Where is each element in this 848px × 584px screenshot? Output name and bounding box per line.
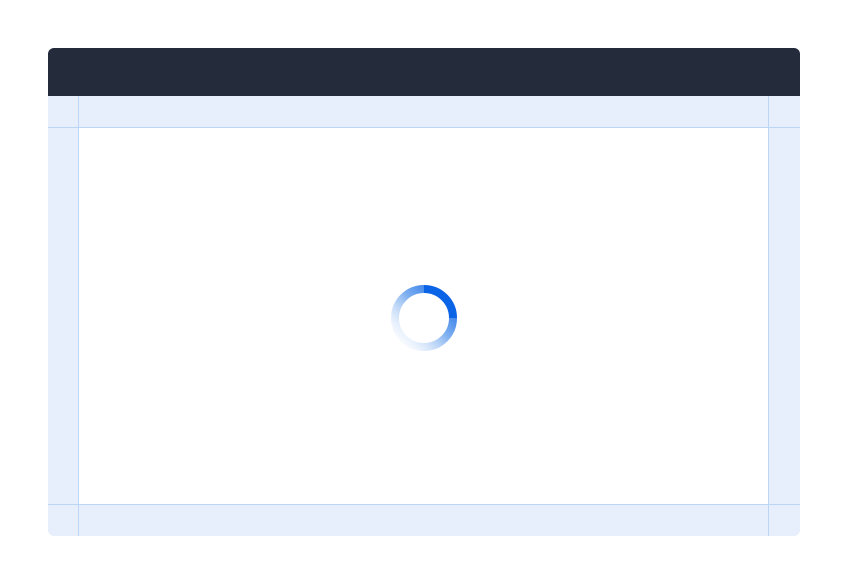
- spinner-icon: [391, 285, 457, 351]
- app-window: [48, 48, 800, 536]
- title-bar: [48, 48, 800, 96]
- right-ruler-divider: [768, 96, 769, 536]
- bottom-ruler-divider: [48, 504, 800, 505]
